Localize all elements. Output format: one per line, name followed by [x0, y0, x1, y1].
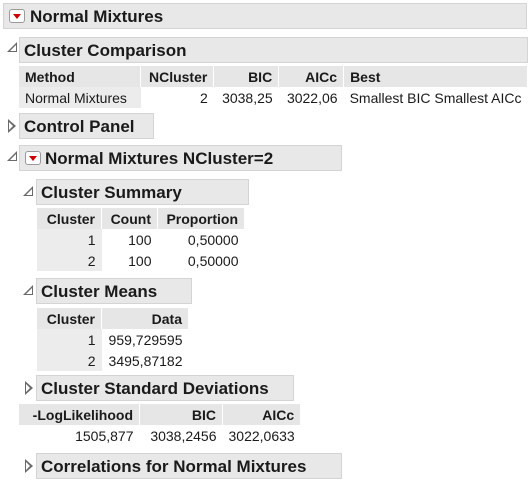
table-cell: Normal Mixtures [19, 87, 141, 108]
disclosure-open-icon[interactable] [7, 151, 17, 161]
table-cell: 1 [37, 229, 102, 250]
table-cell: 3022,06 [286, 89, 338, 106]
outline-title: Correlations for Normal Mixtures [41, 457, 307, 476]
disclosure-open-icon[interactable] [23, 186, 33, 196]
table-cell: 1 [37, 329, 102, 350]
outline-control-panel[interactable]: Control Panel [19, 113, 154, 139]
outline-cluster-comparison[interactable]: Cluster Comparison [19, 37, 528, 63]
column-header: Count [101, 208, 158, 229]
table-cell: 3038,2456 [150, 427, 217, 444]
disclosure-closed-icon[interactable] [8, 119, 16, 133]
table-cell: 100 [128, 231, 152, 248]
table-row: 1505,877 3038,2456 3022,0633 [19, 425, 301, 446]
table-row: 2 100 0,50000 [37, 250, 245, 271]
table-cell: 0,50000 [187, 252, 239, 269]
disclosure-open-icon[interactable] [7, 42, 17, 52]
disclosure-open-icon[interactable] [23, 285, 33, 295]
column-header: Method [19, 66, 142, 87]
table-row: 1 100 0,50000 [37, 229, 245, 250]
column-header: Cluster [37, 208, 102, 229]
red-triangle-menu-icon[interactable] [9, 9, 25, 23]
table-cell: Smallest BIC Smallest AICc [349, 89, 522, 106]
table-cell: 1505,877 [75, 427, 134, 444]
column-header: -LogLikelihood [19, 404, 140, 425]
table-cell: 0,50000 [187, 231, 239, 248]
outline-cluster-summary[interactable]: Cluster Summary [36, 179, 249, 205]
outline-title: Cluster Means [41, 282, 158, 301]
column-header: BIC [213, 66, 280, 87]
outline-nm-ncluster[interactable]: Normal Mixtures NCluster=2 [19, 145, 342, 171]
table-row: 2 3495,87182 [37, 350, 189, 371]
table-row: Normal Mixtures 2 3038,25 3022,06 Smalle… [19, 87, 528, 108]
column-header: Proportion [157, 208, 245, 229]
table-cell: 2 [37, 350, 102, 371]
table-cell: 959,729595 [108, 331, 183, 348]
table-row: 1 959,729595 [37, 329, 189, 350]
table-cell: 3495,87182 [108, 352, 183, 369]
outline-normal-mixtures[interactable]: Normal Mixtures [3, 3, 527, 29]
column-header: BIC [139, 404, 223, 425]
outline-cluster-means[interactable]: Cluster Means [36, 278, 192, 304]
table-cell: 2 [200, 89, 208, 106]
column-header: Best [343, 66, 528, 87]
column-header: Cluster [37, 308, 102, 329]
outline-title: Control Panel [24, 117, 135, 136]
column-header: AICc [278, 66, 345, 87]
column-header: AICc [222, 404, 302, 425]
outline-title: Normal Mixtures NCluster=2 [45, 149, 274, 168]
table-cell: 3022,0633 [228, 427, 295, 444]
cluster-means-table: Cluster Data 1 959,729595 2 3495,87182 [37, 308, 189, 371]
disclosure-closed-icon[interactable] [25, 381, 33, 395]
fit-statistics-table: -LogLikelihood BIC AICc 1505,877 3038,24… [19, 404, 302, 446]
table-cell: 100 [128, 252, 152, 269]
outline-cluster-std-devs[interactable]: Cluster Standard Deviations [36, 375, 294, 401]
cluster-summary-table: Cluster Count Proportion 1 100 0,50000 2… [37, 208, 245, 271]
outline-correlations[interactable]: Correlations for Normal Mixtures [36, 453, 342, 479]
disclosure-closed-icon[interactable] [25, 459, 33, 473]
column-header: NCluster [140, 66, 215, 87]
red-triangle-menu-icon[interactable] [25, 151, 41, 165]
cluster-comparison-table: Method NCluster BIC AICc Best Normal Mix… [19, 66, 528, 108]
table-cell: 2 [37, 250, 102, 271]
outline-title: Cluster Comparison [24, 41, 187, 60]
outline-title: Cluster Summary [41, 183, 182, 202]
outline-title: Normal Mixtures [30, 7, 164, 26]
table-cell: 3038,25 [222, 89, 273, 106]
column-header: Data [101, 308, 189, 329]
outline-title: Cluster Standard Deviations [41, 379, 269, 398]
